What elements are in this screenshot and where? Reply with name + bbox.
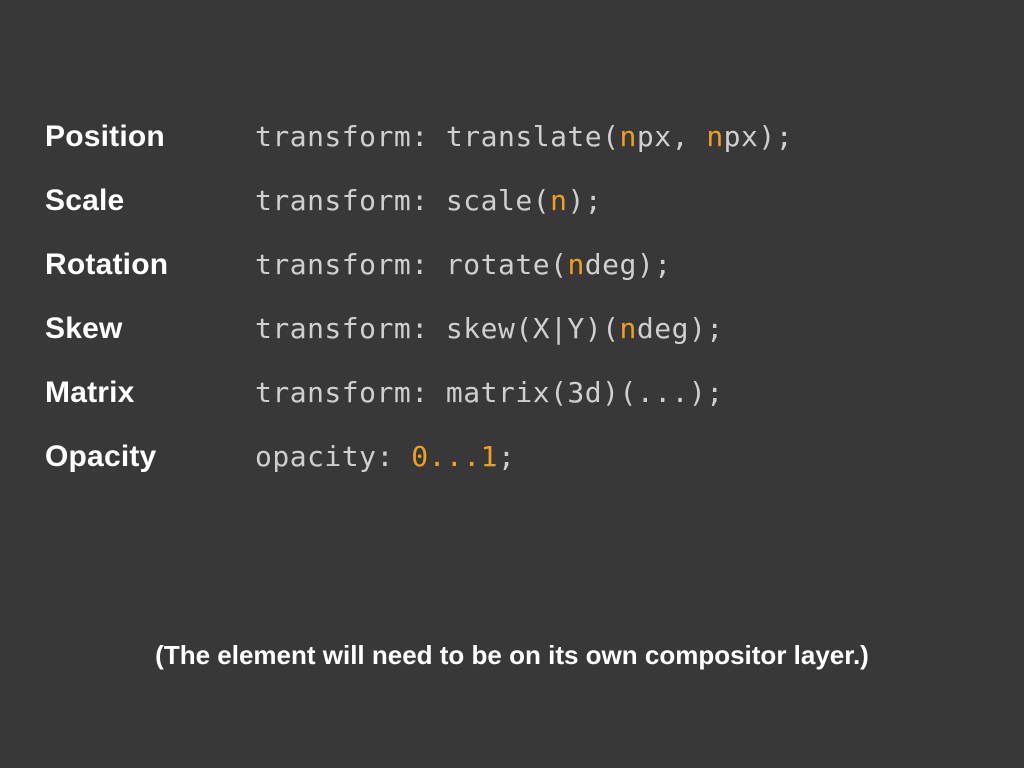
code-text: transform: skew(X|Y)( [255, 312, 620, 345]
property-list: Positiontransform: translate(npx, npx);S… [45, 120, 979, 474]
code-text: transform: translate( [255, 120, 620, 153]
code-snippet: opacity: 0...1; [255, 440, 515, 473]
code-variable: n [567, 248, 584, 281]
property-label: Scale [45, 184, 255, 218]
list-item: Rotationtransform: rotate(ndeg); [45, 248, 979, 282]
code-snippet: transform: skew(X|Y)(ndeg); [255, 312, 724, 345]
list-item: Matrixtransform: matrix(3d)(...); [45, 376, 979, 410]
code-text: deg); [585, 248, 672, 281]
code-variable: n [550, 184, 567, 217]
code-text: transform: matrix(3d)(...); [255, 376, 724, 409]
code-variable: n [706, 120, 723, 153]
property-label: Matrix [45, 376, 255, 410]
code-text: transform: rotate( [255, 248, 567, 281]
code-variable: n [620, 120, 637, 153]
code-text: px, [637, 120, 706, 153]
code-snippet: transform: translate(npx, npx); [255, 120, 793, 153]
code-text: transform: scale( [255, 184, 550, 217]
code-snippet: transform: scale(n); [255, 184, 602, 217]
list-item: Positiontransform: translate(npx, npx); [45, 120, 979, 154]
code-variable: 0...1 [411, 440, 498, 473]
property-label: Position [45, 120, 255, 154]
code-text: deg); [637, 312, 724, 345]
property-label: Opacity [45, 440, 255, 474]
code-text: ; [498, 440, 515, 473]
code-text: ); [567, 184, 602, 217]
property-label: Skew [45, 312, 255, 346]
footnote: (The element will need to be on its own … [0, 640, 1024, 671]
code-text: px); [724, 120, 793, 153]
list-item: Opacityopacity: 0...1; [45, 440, 979, 474]
list-item: Scaletransform: scale(n); [45, 184, 979, 218]
code-snippet: transform: rotate(ndeg); [255, 248, 672, 281]
code-snippet: transform: matrix(3d)(...); [255, 376, 724, 409]
list-item: Skewtransform: skew(X|Y)(ndeg); [45, 312, 979, 346]
slide: Positiontransform: translate(npx, npx);S… [0, 0, 1024, 768]
property-label: Rotation [45, 248, 255, 282]
code-text: opacity: [255, 440, 411, 473]
code-variable: n [620, 312, 637, 345]
